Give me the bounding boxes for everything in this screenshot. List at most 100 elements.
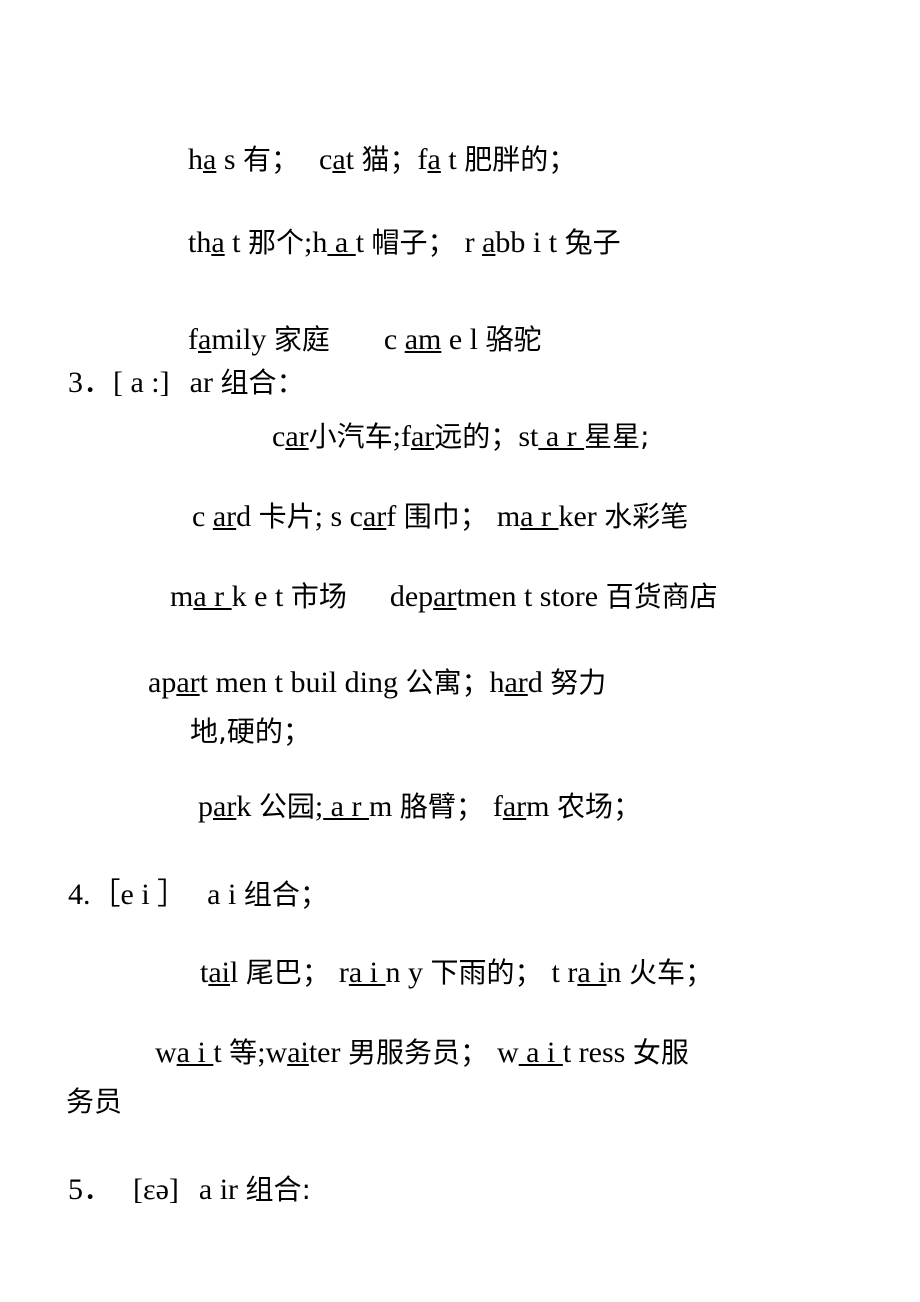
chinese-gloss: 星星; bbox=[584, 420, 650, 453]
text-fragment: m bbox=[368, 790, 400, 823]
underlined-fragment: ar bbox=[502, 790, 527, 823]
phonetic-symbol: [ a :] bbox=[113, 366, 170, 399]
chinese-gloss: 火车； bbox=[629, 956, 714, 989]
chinese-gloss: 公园 bbox=[258, 790, 315, 823]
text-fragment: w bbox=[497, 1036, 519, 1069]
underlined-fragment: a r bbox=[323, 790, 369, 823]
underlined-fragment: a bbox=[211, 226, 225, 259]
underlined-fragment: a bbox=[482, 226, 496, 259]
word-apartment-building: apart men t buil ding bbox=[148, 666, 405, 699]
text-fragment: t bbox=[355, 226, 372, 259]
text-fragment: c bbox=[272, 420, 286, 453]
text-fragment: dep bbox=[389, 580, 434, 613]
word-has: ha s bbox=[188, 143, 243, 176]
text-fragment: ;h bbox=[304, 226, 328, 259]
word-waiter: ;waiter bbox=[257, 1036, 348, 1069]
word-waitress: w a i t ress bbox=[497, 1036, 633, 1069]
chinese-gloss: 骆驼 bbox=[485, 323, 542, 356]
word-department-store: departmen t store bbox=[390, 580, 606, 613]
text-fragment: c bbox=[319, 143, 333, 176]
chinese-gloss: 小汽车 bbox=[308, 420, 393, 453]
word-line-market-department-store: ma r k e t 市场 departmen t store 百货商店 bbox=[170, 582, 718, 612]
text-fragment: n y bbox=[385, 956, 431, 989]
underlined-fragment: ar bbox=[433, 580, 457, 613]
text-fragment: mily bbox=[211, 323, 274, 356]
chinese-label: 组合： bbox=[220, 366, 305, 399]
chinese-gloss: 猫； bbox=[361, 143, 418, 176]
chinese-gloss: 肥胖的； bbox=[464, 143, 577, 176]
text-fragment: h bbox=[489, 666, 505, 699]
letter-combination: ar bbox=[189, 366, 221, 399]
chinese-gloss: 努力 bbox=[550, 666, 607, 699]
phonetic-symbol: [εə] bbox=[133, 1173, 179, 1206]
chinese-gloss: 下雨的； bbox=[430, 956, 543, 989]
text-fragment: s bbox=[216, 143, 244, 176]
word-fat: fa t bbox=[418, 143, 465, 176]
underlined-fragment: a bbox=[427, 143, 441, 176]
text-fragment: m bbox=[526, 790, 557, 823]
text-fragment: p bbox=[198, 790, 213, 823]
underlined-fragment: a bbox=[203, 143, 217, 176]
text-fragment: t bbox=[440, 143, 465, 176]
chinese-gloss-continued: 务员 bbox=[66, 1085, 123, 1118]
underlined-fragment: a i bbox=[176, 1036, 214, 1069]
chinese-gloss: 帽子； bbox=[371, 226, 456, 259]
text-fragment: k bbox=[236, 790, 259, 823]
underlined-fragment: ar bbox=[362, 500, 387, 533]
letter-combination: a ir bbox=[198, 1173, 246, 1206]
underlined-fragment: a bbox=[327, 226, 356, 259]
word-cat: cat bbox=[319, 143, 362, 176]
section-number: 3． bbox=[68, 366, 113, 399]
text-fragment: ;w bbox=[257, 1036, 288, 1069]
chinese-gloss: 女服 bbox=[632, 1036, 689, 1069]
word-hat: ;h a t bbox=[304, 226, 372, 259]
text-fragment: f bbox=[417, 143, 428, 176]
word-line-card-scarf-marker: c ard 卡片; s carf 围巾； ma r ker 水彩笔 bbox=[192, 502, 688, 532]
phonetic-symbol: ［e i ］ bbox=[90, 878, 188, 911]
underlined-fragment: ar bbox=[212, 500, 237, 533]
chinese-gloss: 市场 bbox=[290, 580, 347, 613]
chinese-gloss: 那个 bbox=[248, 226, 305, 259]
text-fragment: ;f bbox=[392, 420, 411, 453]
text-fragment: w bbox=[155, 1036, 177, 1069]
text-fragment: st bbox=[518, 420, 539, 453]
underlined-fragment: ar bbox=[213, 790, 237, 823]
underlined-fragment: a bbox=[198, 323, 212, 356]
letter-combination: a i bbox=[207, 878, 244, 911]
section-heading-5: 5． [εə] a ir 组合: bbox=[68, 1175, 311, 1205]
underlined-fragment: ai bbox=[208, 956, 230, 989]
word-wait: wa i t bbox=[155, 1036, 229, 1069]
word-camel: c am e l bbox=[384, 323, 486, 356]
wrapped-gloss-waitress: 务员 bbox=[66, 1088, 122, 1116]
word-scarf: ; s carf bbox=[315, 500, 404, 533]
underlined-fragment: a r bbox=[520, 500, 559, 533]
text-fragment: h bbox=[188, 143, 203, 176]
text-fragment: f bbox=[188, 323, 198, 356]
word-farm: farm bbox=[493, 790, 557, 823]
wrapped-gloss-hard: 地,硬的； bbox=[190, 718, 311, 746]
word-far: ;far bbox=[393, 420, 435, 453]
text-fragment: ap bbox=[148, 666, 177, 699]
text-fragment: f bbox=[492, 790, 503, 823]
underlined-fragment: a bbox=[332, 143, 346, 176]
underlined-fragment: ar bbox=[504, 666, 528, 699]
word-line-apartment-hard: apart men t buil ding 公寓；hard 努力 bbox=[148, 668, 606, 698]
chinese-gloss: 男服务员； bbox=[347, 1036, 488, 1069]
word-park: park bbox=[198, 790, 259, 823]
word-market: ma r k e t bbox=[170, 580, 291, 613]
word-line-has-cat-fat: ha s 有； cat 猫；fa t 肥胖的； bbox=[188, 145, 576, 175]
word-rainy: ra i n y bbox=[339, 956, 431, 989]
underlined-fragment: am bbox=[404, 323, 442, 356]
chinese-gloss: 兔子 bbox=[564, 226, 621, 259]
text-fragment: e l bbox=[441, 323, 486, 356]
text-fragment: k e t bbox=[231, 580, 291, 613]
underlined-fragment: a i bbox=[577, 956, 607, 989]
chinese-gloss: 有； bbox=[243, 143, 300, 176]
word-train: t ra in bbox=[552, 956, 629, 989]
word-tail: tail bbox=[200, 956, 246, 989]
text-fragment: t ress bbox=[562, 1036, 633, 1069]
chinese-label: 组合: bbox=[245, 1173, 311, 1206]
text-fragment: m bbox=[170, 580, 194, 613]
chinese-label: 组合； bbox=[243, 878, 328, 911]
underlined-fragment: ai bbox=[287, 1036, 309, 1069]
